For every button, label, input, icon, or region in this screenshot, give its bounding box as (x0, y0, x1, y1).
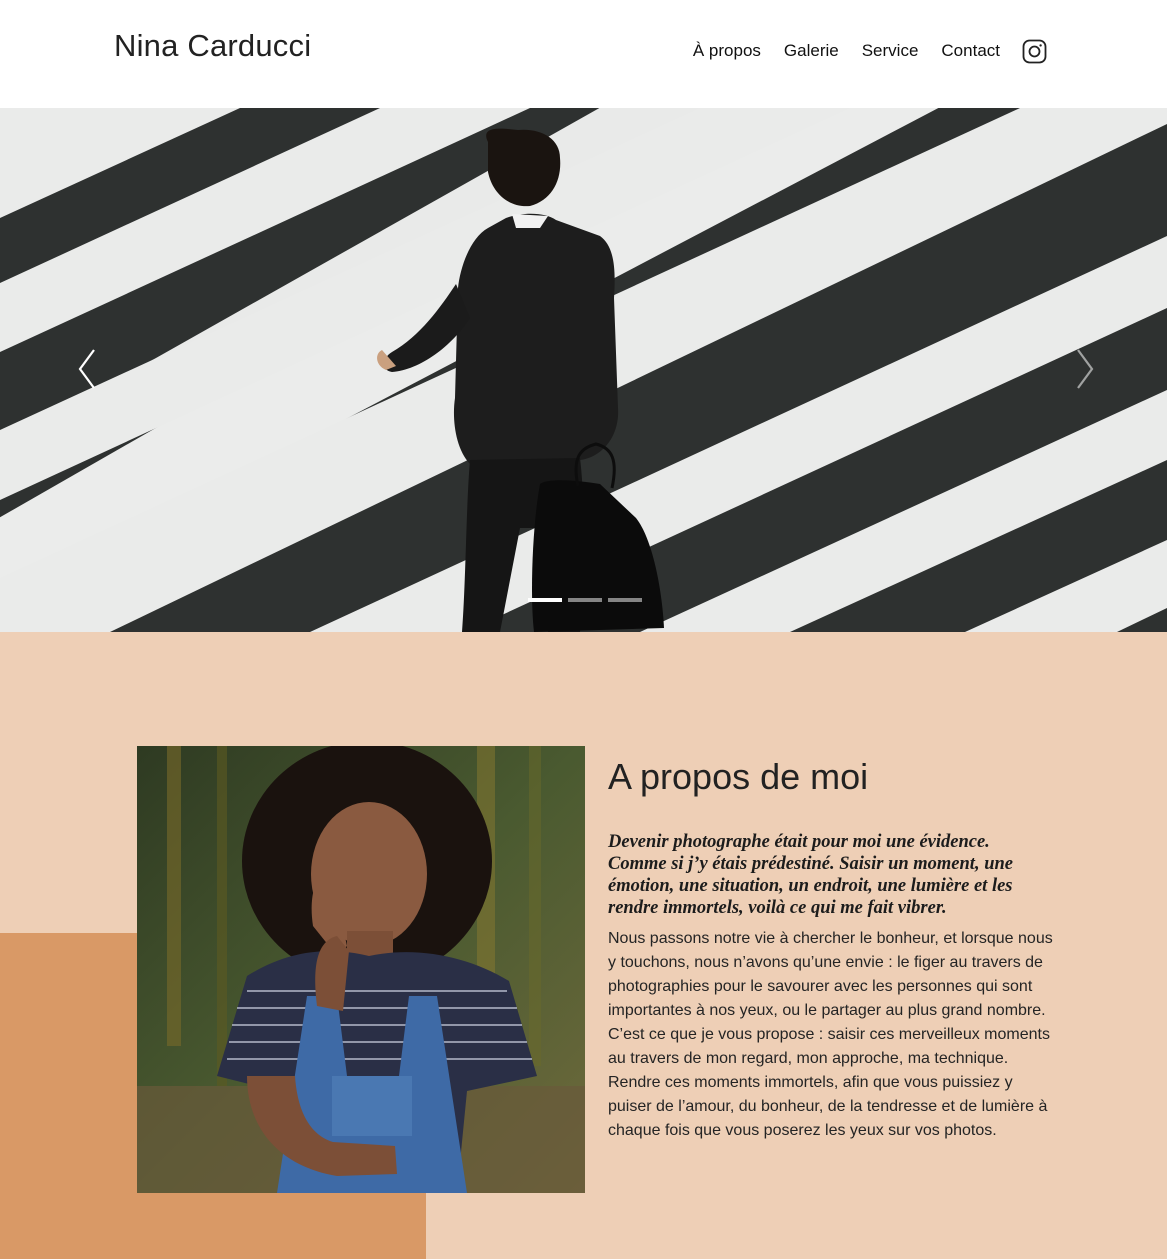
portrait-photo (137, 746, 585, 1193)
crosswalk-photo (0, 108, 1167, 632)
chevron-right-icon (1077, 349, 1094, 389)
main-nav: À propos Galerie Service Contact (670, 38, 1047, 64)
about-body-text: Nous passons notre vie à chercher le bon… (608, 930, 1053, 1139)
about-title: A propos de moi (608, 756, 869, 797)
hero-carousel[interactable] (0, 108, 1167, 632)
nav-link-service[interactable]: Service (862, 38, 919, 64)
nav-link-gallery[interactable]: Galerie (784, 38, 839, 64)
nav-link-about[interactable]: À propos (693, 38, 761, 64)
carousel-indicator-3[interactable] (608, 598, 642, 602)
carousel-indicators (528, 598, 648, 602)
carousel-indicator-2[interactable] (568, 598, 602, 602)
instagram-icon[interactable] (1022, 39, 1047, 64)
carousel-indicator-1[interactable] (528, 598, 562, 602)
about-quote: Devenir photographe était pour moi une é… (608, 832, 1013, 918)
site-brand[interactable]: Nina Carducci (114, 28, 311, 64)
about-section: A propos de moi Devenir photographe étai… (0, 632, 1167, 1259)
nav-link-contact[interactable]: Contact (941, 38, 1000, 64)
site-header: Nina Carducci À propos Galerie Service C… (0, 0, 1167, 108)
carousel-prev-button[interactable] (74, 344, 104, 394)
carousel-next-button[interactable] (1068, 344, 1098, 394)
chevron-left-icon (78, 349, 95, 389)
